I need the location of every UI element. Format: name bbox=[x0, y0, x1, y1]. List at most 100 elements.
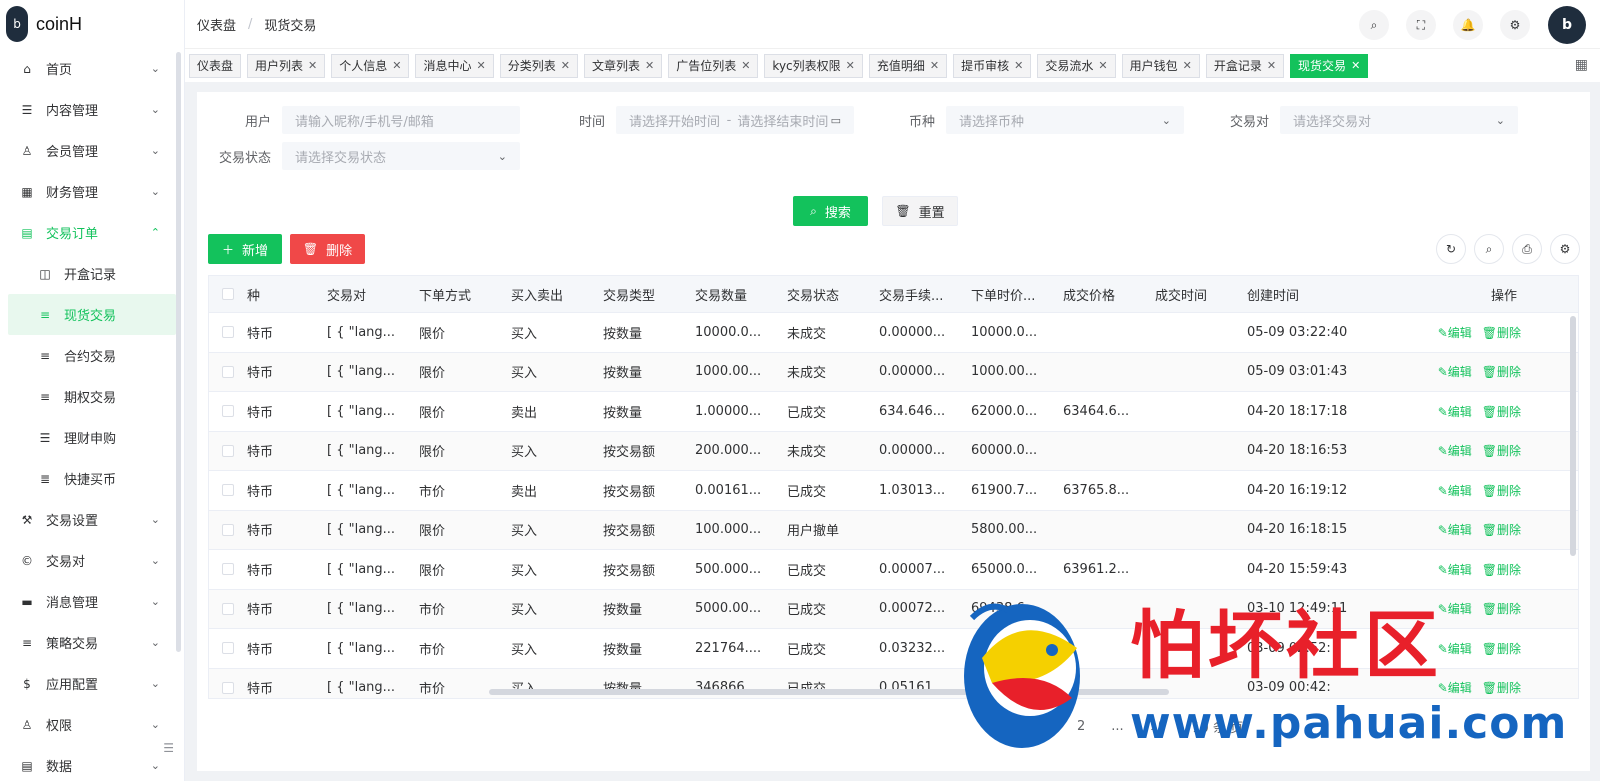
settings-icon[interactable]: ⚙ bbox=[1500, 10, 1530, 40]
sidebar-item-items-2[interactable]: ♙ 会员管理 ⌄ bbox=[0, 130, 184, 171]
sidebar-item-sub_items-4[interactable]: ☰ 理财申购 bbox=[0, 417, 184, 458]
row-delete-button[interactable]: 🗑删除 bbox=[1482, 442, 1521, 459]
page-ellipsis[interactable]: ... bbox=[1111, 719, 1123, 734]
sidebar-item-items_after-6[interactable]: ▤ 数据 ⌄ bbox=[0, 745, 184, 781]
edit-button[interactable]: ✎编辑 bbox=[1438, 363, 1472, 380]
row-delete-button[interactable]: 🗑删除 bbox=[1482, 403, 1521, 420]
tab-10[interactable]: 交易流水 ✕ bbox=[1037, 53, 1116, 78]
row-delete-button[interactable]: 🗑删除 bbox=[1482, 363, 1521, 380]
coin-select[interactable]: 请选择币种 ⌄ bbox=[946, 106, 1184, 134]
delete-button[interactable]: 🗑 删除 bbox=[290, 234, 365, 264]
edit-button[interactable]: ✎编辑 bbox=[1438, 482, 1472, 499]
search-icon[interactable]: ⌕ bbox=[1474, 234, 1504, 264]
close-icon[interactable]: ✕ bbox=[741, 59, 750, 72]
sidebar-item-sub_items-2[interactable]: ≡ 合约交易 bbox=[0, 335, 184, 376]
tab-6[interactable]: 广告位列表 ✕ bbox=[668, 53, 759, 78]
sidebar-item-items_after-4[interactable]: $ 应用配置 ⌄ bbox=[0, 663, 184, 704]
page-2[interactable]: 2 bbox=[1077, 719, 1085, 734]
close-icon[interactable]: ✕ bbox=[1183, 59, 1192, 72]
row-checkbox[interactable] bbox=[209, 365, 247, 378]
sidebar-item-sub_items-3[interactable]: ≡ 期权交易 bbox=[0, 376, 184, 417]
tab-11[interactable]: 用户钱包 ✕ bbox=[1121, 53, 1200, 78]
tab-13[interactable]: 现货交易 ✕ bbox=[1290, 53, 1369, 78]
close-icon[interactable]: ✕ bbox=[477, 59, 486, 72]
sidebar-item-items_after-1[interactable]: © 交易对 ⌄ bbox=[0, 540, 184, 581]
avatar[interactable]: b bbox=[1548, 6, 1586, 44]
bell-icon[interactable]: 🔔 bbox=[1453, 10, 1483, 40]
sidebar-scrollbar[interactable] bbox=[176, 52, 181, 652]
breadcrumb-home[interactable]: 仪表盘 bbox=[197, 15, 236, 34]
sidebar-item-items-4[interactable]: ▤ 交易订单 ⌃ bbox=[0, 212, 184, 253]
refresh-icon[interactable]: ↻ bbox=[1436, 234, 1466, 264]
edit-button[interactable]: ✎编辑 bbox=[1438, 640, 1472, 657]
collapse-sidebar-icon[interactable]: ☰ bbox=[163, 741, 174, 755]
row-delete-button[interactable]: 🗑删除 bbox=[1482, 600, 1521, 617]
row-checkbox[interactable] bbox=[209, 444, 247, 457]
row-checkbox[interactable] bbox=[209, 563, 247, 576]
settings-icon[interactable]: ⚙ bbox=[1550, 234, 1580, 264]
row-checkbox[interactable] bbox=[209, 642, 247, 655]
add-button[interactable]: ＋ 新增 bbox=[208, 234, 282, 264]
time-range-input[interactable]: 请选择开始时间 - 请选择结束时间 ▭ bbox=[616, 106, 854, 134]
page-size-select[interactable]: 10 条/页 bbox=[1192, 717, 1243, 736]
page-last[interactable]: 10 bbox=[1150, 719, 1167, 734]
row-checkbox[interactable] bbox=[209, 523, 247, 536]
tab-7[interactable]: kyc列表权限 ✕ bbox=[764, 53, 863, 78]
reset-button[interactable]: 🗑 重置 bbox=[882, 196, 958, 226]
tab-3[interactable]: 消息中心 ✕ bbox=[415, 53, 494, 78]
edit-button[interactable]: ✎编辑 bbox=[1438, 324, 1472, 341]
logo[interactable]: b coinH bbox=[0, 0, 184, 48]
row-delete-button[interactable]: 🗑删除 bbox=[1482, 324, 1521, 341]
edit-button[interactable]: ✎编辑 bbox=[1438, 561, 1472, 578]
close-icon[interactable]: ✕ bbox=[392, 59, 401, 72]
edit-button[interactable]: ✎编辑 bbox=[1438, 521, 1472, 538]
tab-2[interactable]: 个人信息 ✕ bbox=[331, 53, 410, 78]
edit-button[interactable]: ✎编辑 bbox=[1438, 600, 1472, 617]
print-icon[interactable]: ⎙ bbox=[1512, 234, 1542, 264]
table-vertical-scrollbar[interactable] bbox=[1570, 316, 1576, 556]
close-icon[interactable]: ✕ bbox=[645, 59, 654, 72]
row-checkbox[interactable] bbox=[209, 602, 247, 615]
close-icon[interactable]: ✕ bbox=[1098, 59, 1107, 72]
close-icon[interactable]: ✕ bbox=[846, 59, 855, 72]
status-select[interactable]: 请选择交易状态 ⌄ bbox=[282, 142, 520, 170]
table-horizontal-scrollbar[interactable] bbox=[489, 689, 1169, 695]
sidebar-item-items-3[interactable]: ▦ 财务管理 ⌄ bbox=[0, 171, 184, 212]
tab-4[interactable]: 分类列表 ✕ bbox=[499, 53, 578, 78]
close-icon[interactable]: ✕ bbox=[1351, 59, 1360, 72]
row-checkbox[interactable] bbox=[209, 405, 247, 418]
search-button[interactable]: ⌕ 搜索 bbox=[793, 196, 868, 226]
sidebar-item-items_after-5[interactable]: ♙ 权限 ⌄ bbox=[0, 704, 184, 745]
row-delete-button[interactable]: 🗑删除 bbox=[1482, 679, 1521, 696]
close-icon[interactable]: ✕ bbox=[930, 59, 939, 72]
close-icon[interactable]: ✕ bbox=[1014, 59, 1023, 72]
row-delete-button[interactable]: 🗑删除 bbox=[1482, 521, 1521, 538]
pair-select[interactable]: 请选择交易对 ⌄ bbox=[1280, 106, 1518, 134]
row-delete-button[interactable]: 🗑删除 bbox=[1482, 482, 1521, 499]
sidebar-item-items-1[interactable]: ☰ 内容管理 ⌄ bbox=[0, 89, 184, 130]
tab-5[interactable]: 文章列表 ✕ bbox=[583, 53, 663, 78]
row-checkbox[interactable] bbox=[209, 484, 247, 497]
sidebar-item-items_after-3[interactable]: ≡ 策略交易 ⌄ bbox=[0, 622, 184, 663]
close-icon[interactable]: ✕ bbox=[308, 59, 317, 72]
tab-8[interactable]: 充值明细 ✕ bbox=[868, 53, 948, 78]
tab-1[interactable]: 用户列表 ✕ bbox=[247, 53, 326, 78]
grid-icon[interactable]: ▦ bbox=[1575, 57, 1588, 73]
sidebar-item-items_after-0[interactable]: ⚒ 交易设置 ⌄ bbox=[0, 499, 184, 540]
fullscreen-icon[interactable]: ⛶ bbox=[1406, 10, 1436, 40]
sidebar-item-sub_items-5[interactable]: ≣ 快捷买币 bbox=[0, 458, 184, 499]
tab-12[interactable]: 开盒记录 ✕ bbox=[1205, 53, 1285, 78]
sidebar-item-sub_items-1[interactable]: ≡ 现货交易 bbox=[8, 294, 176, 335]
row-delete-button[interactable]: 🗑删除 bbox=[1482, 561, 1521, 578]
edit-button[interactable]: ✎编辑 bbox=[1438, 442, 1472, 459]
row-delete-button[interactable]: 🗑删除 bbox=[1482, 640, 1521, 657]
edit-button[interactable]: ✎编辑 bbox=[1438, 403, 1472, 420]
user-search-input[interactable]: 请输入昵称/手机号/邮箱 bbox=[282, 106, 520, 134]
row-checkbox[interactable] bbox=[209, 326, 247, 339]
edit-button[interactable]: ✎编辑 bbox=[1438, 679, 1472, 696]
close-icon[interactable]: ✕ bbox=[561, 59, 570, 72]
search-icon[interactable]: ⌕ bbox=[1359, 10, 1389, 40]
tab-0[interactable]: 仪表盘 bbox=[189, 53, 242, 78]
sidebar-item-items-0[interactable]: ⌂ 首页 ⌄ bbox=[0, 48, 184, 89]
select-all-checkbox[interactable] bbox=[209, 288, 247, 300]
